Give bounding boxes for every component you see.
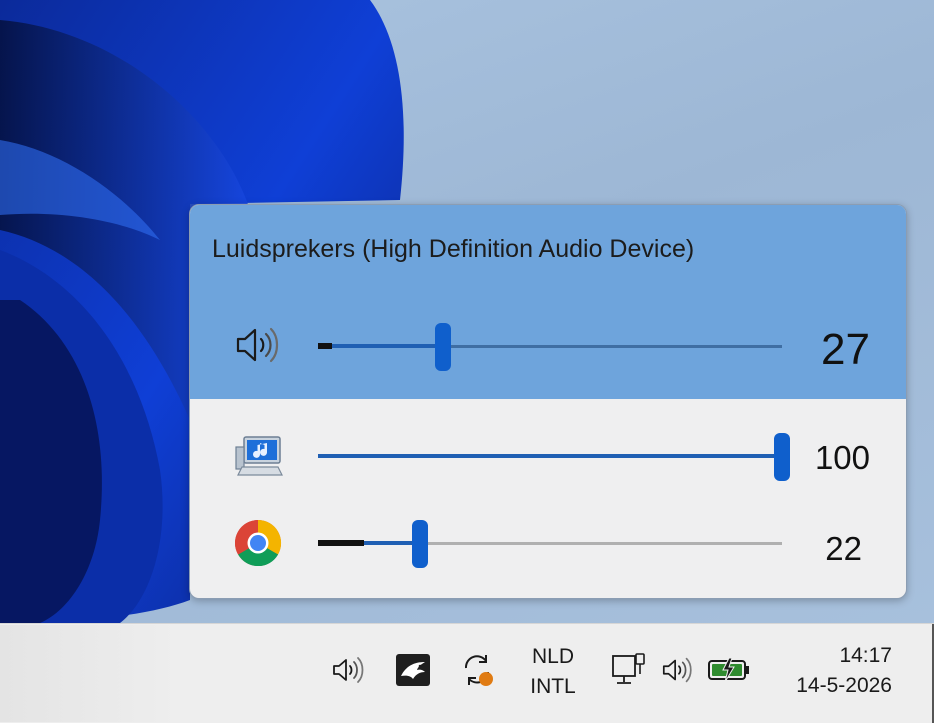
chrome-icon[interactable] [232,519,288,567]
eagle-app-icon[interactable] [396,654,430,686]
volume-mixer-flyout: Luidsprekers (High Definition Audio Devi… [189,204,907,599]
device-title: Luidsprekers (High Definition Audio Devi… [212,235,695,263]
master-volume-level: 27 [821,325,870,374]
sync-status-badge [479,672,493,686]
app-volume-row-chrome: 22 [190,515,906,575]
master-volume-slider[interactable] [318,323,782,371]
slider-thumb[interactable] [774,433,790,481]
slider-thumb[interactable] [435,323,451,371]
system-sounds-volume-level: 100 [814,439,870,476]
speaker-icon[interactable] [330,654,368,686]
taskbar: NLD INTL 14:17 14-5-2026 [0,623,934,723]
slider-fill [318,344,443,348]
system-clock[interactable]: 14:17 14-5-2026 [796,641,892,701]
system-sounds-volume-slider[interactable] [318,433,790,481]
slider-thumb[interactable] [412,520,428,568]
clock-date: 14-5-2026 [796,674,892,697]
speaker-icon[interactable] [230,321,286,369]
chrome-volume-level: 22 [825,530,862,567]
device-section: Luidsprekers (High Definition Audio Devi… [190,205,906,399]
battery-charging-icon[interactable] [707,656,751,684]
peak-meter [318,540,364,546]
system-sounds-icon[interactable] [230,433,286,481]
language-indicator[interactable]: NLD INTL [525,642,581,702]
keyboard-layout: INTL [530,675,576,698]
speaker-icon[interactable] [660,654,696,686]
chrome-volume-slider[interactable] [318,520,782,568]
language-code: NLD [531,645,574,668]
peak-meter [318,343,332,349]
app-volume-row-system-sounds: 100 [190,427,906,487]
master-volume-row: 27 [190,317,906,377]
sync-icon[interactable] [460,652,496,688]
slider-fill [318,454,782,458]
network-icon[interactable] [611,652,649,690]
clock-time: 14:17 [839,644,892,667]
